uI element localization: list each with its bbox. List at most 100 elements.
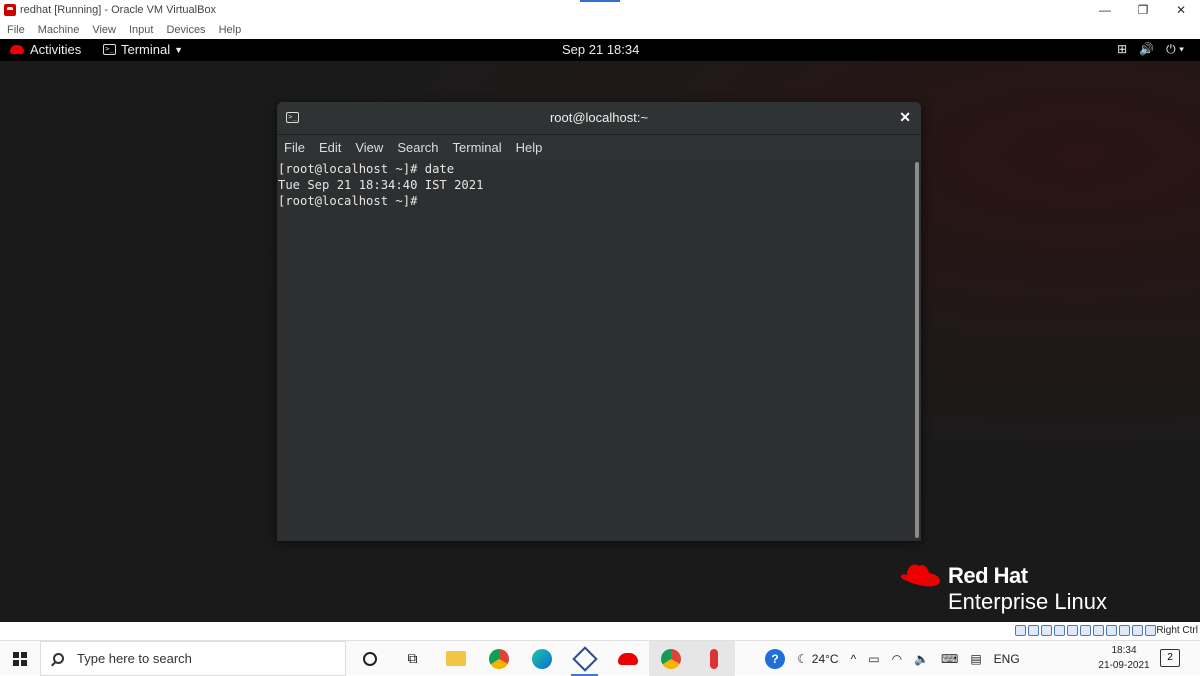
taskbar-clock[interactable]: 18:34 21-09-2021: [1094, 643, 1154, 673]
virtualbox-taskbar-button[interactable]: [563, 641, 606, 676]
redhat-hat-icon: [10, 45, 24, 54]
speaker-icon[interactable]: 🔈: [914, 652, 929, 666]
weather-moon-icon: ☾: [797, 651, 808, 666]
chevron-down-icon: ▼: [174, 44, 184, 55]
file-explorer-button[interactable]: [434, 641, 477, 676]
activities-button[interactable]: Activities: [10, 42, 81, 57]
restore-button[interactable]: ❐: [1124, 0, 1162, 20]
keyboard-icon[interactable]: ⌨: [941, 652, 958, 666]
usb-icon[interactable]: [1067, 625, 1078, 636]
system-tray: ? ☾ 24°C ^ ▭ ◠ 🔈 ⌨ ▤ ENG: [765, 641, 1032, 676]
chrome-icon: [488, 648, 509, 669]
windows-logo-icon: [13, 651, 27, 666]
cortana-button[interactable]: [348, 641, 391, 676]
virtualbox-titlebar: redhat [Running] - Oracle VM VirtualBox …: [0, 0, 1200, 20]
minimize-button[interactable]: —: [1086, 0, 1124, 20]
start-button[interactable]: [0, 641, 40, 676]
vbox-menu-machine[interactable]: Machine: [38, 24, 80, 36]
terminal-menu-file[interactable]: File: [284, 140, 305, 155]
terminal-line: [root@localhost ~]# date: [278, 162, 455, 176]
system-menu[interactable]: ⊞ 🔊 ⏻ ▾: [1105, 42, 1184, 57]
network-adapter-icon[interactable]: [1054, 625, 1065, 636]
display-mode-icon[interactable]: ▤: [970, 652, 981, 666]
notification-center-button[interactable]: 2: [1160, 649, 1180, 667]
taskbar-search-box[interactable]: Type here to search: [40, 641, 346, 676]
chrome-button[interactable]: [477, 641, 520, 676]
terminal-menu-help[interactable]: Help: [516, 140, 543, 155]
redhat-product: Enterprise Linux: [948, 589, 1107, 614]
volume-icon: 🔊: [1139, 42, 1155, 56]
terminal-line: [root@localhost ~]#: [278, 194, 418, 208]
terminal-icon: >_: [103, 44, 116, 55]
chrome-profile-button[interactable]: [649, 641, 692, 676]
virtualbox-statusbar: Right Ctrl: [0, 622, 1200, 640]
hdd-icon[interactable]: [1015, 625, 1026, 636]
optical-drive-icon[interactable]: [1028, 625, 1039, 636]
vbox-menu-help[interactable]: Help: [219, 24, 242, 36]
device-status-icons: [1013, 625, 1156, 636]
close-icon[interactable]: ✕: [899, 109, 911, 126]
snipping-tool-icon: [709, 648, 718, 669]
terminal-header-bar[interactable]: >_ root@localhost:~ ✕: [277, 102, 921, 135]
help-icon[interactable]: ?: [765, 648, 785, 669]
terminal-title: root@localhost:~: [549, 110, 649, 125]
terminal-line: Tue Sep 21 18:34:40 IST 2021: [278, 178, 484, 192]
snipping-tool-button[interactable]: [692, 641, 735, 676]
weather-temperature[interactable]: 24°C: [812, 652, 839, 666]
terminal-menubar: File Edit View Search Terminal Help: [277, 135, 921, 159]
cortana-icon: [362, 651, 377, 666]
audio-icon[interactable]: [1041, 625, 1052, 636]
app-menu-terminal[interactable]: >_ Terminal ▼: [103, 42, 183, 57]
vbox-menu-view[interactable]: View: [92, 24, 116, 36]
chrome-icon: [660, 648, 681, 669]
terminal-output[interactable]: [root@localhost ~]# date Tue Sep 21 18:34…: [277, 159, 913, 541]
terminal-menu-terminal[interactable]: Terminal: [453, 140, 502, 155]
vbox-menu-devices[interactable]: Devices: [166, 24, 205, 36]
gnome-top-bar: Activities >_ Terminal ▼ Sep 21 18:34 ⊞ …: [0, 39, 1200, 61]
terminal-window[interactable]: >_ root@localhost:~ ✕ File Edit View Sea…: [277, 102, 921, 541]
edge-icon: [531, 648, 552, 669]
redhat-taskbar-button[interactable]: [606, 641, 649, 676]
keyboard-capture-icon[interactable]: [1145, 625, 1156, 636]
notification-count: 2: [1167, 652, 1173, 663]
window-title: redhat [Running] - Oracle VM VirtualBox: [20, 4, 217, 16]
redhat-hat-icon: [900, 564, 940, 587]
virtualbox-icon: [571, 645, 598, 672]
language-indicator[interactable]: ENG: [994, 652, 1020, 666]
chevron-up-icon[interactable]: ^: [851, 652, 857, 666]
vbox-menu-input[interactable]: Input: [129, 24, 153, 36]
edge-button[interactable]: [520, 641, 563, 676]
terminal-scrollbar[interactable]: [915, 162, 919, 538]
search-icon: [53, 653, 64, 664]
host-key-label: Right Ctrl: [1156, 625, 1198, 636]
task-view-button[interactable]: ⧉: [391, 641, 434, 676]
folder-icon: [445, 651, 466, 666]
network-icon: ⊞: [1117, 42, 1128, 56]
virtualbox-redhat-icon: [4, 4, 16, 16]
battery-icon[interactable]: ▭: [868, 652, 879, 666]
guest-desktop: Activities >_ Terminal ▼ Sep 21 18:34 ⊞ …: [0, 39, 1200, 622]
virtualbox-menubar: File Machine View Input Devices Help: [0, 20, 1200, 39]
mouse-integration-icon[interactable]: [1132, 625, 1143, 636]
shared-folder-icon[interactable]: [1080, 625, 1091, 636]
redhat-name: Red Hat: [948, 563, 1028, 588]
power-icon: ⏻ ▾: [1166, 42, 1184, 56]
wifi-icon[interactable]: ◠: [892, 652, 902, 666]
search-placeholder: Type here to search: [77, 651, 192, 666]
clock-date: 21-09-2021: [1098, 660, 1150, 671]
app-menu-label: Terminal: [121, 42, 171, 57]
taskbar-apps: ⧉: [348, 641, 735, 676]
vbox-menu-file[interactable]: File: [7, 24, 25, 36]
top-bar-clock[interactable]: Sep 21 18:34: [562, 42, 639, 57]
terminal-menu-edit[interactable]: Edit: [319, 140, 341, 155]
title-accent-line: [580, 0, 620, 2]
redhat-hat-icon: [617, 652, 638, 665]
recording-icon[interactable]: [1106, 625, 1117, 636]
display-icon[interactable]: [1093, 625, 1104, 636]
clock-time: 18:34: [1111, 645, 1137, 656]
close-button[interactable]: ✕: [1162, 0, 1200, 20]
cpu-icon[interactable]: [1119, 625, 1130, 636]
task-view-icon: ⧉: [407, 650, 418, 666]
terminal-menu-search[interactable]: Search: [397, 140, 438, 155]
terminal-menu-view[interactable]: View: [355, 140, 383, 155]
